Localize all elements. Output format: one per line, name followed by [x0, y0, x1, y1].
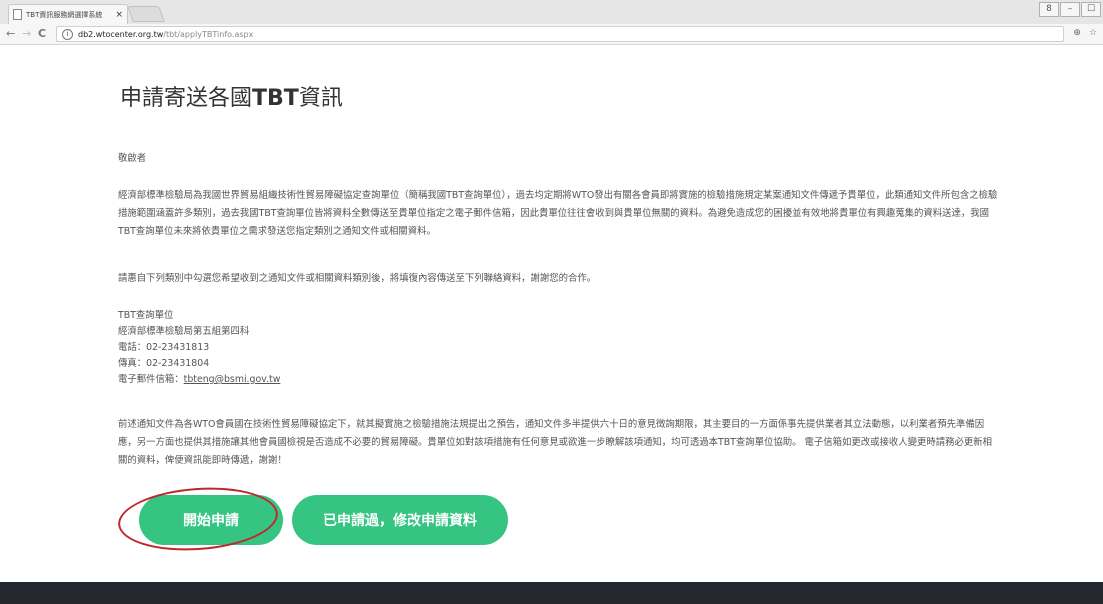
contact-block: TBT查詢單位 經濟部標準檢驗局第五組第四科 電話：02-23431813 傳真…: [118, 308, 280, 388]
request-paragraph: 請惠自下列類別中勾選您希望收到之通知文件或相關資料類別後，將填復內容傳送至下列聯…: [118, 273, 597, 284]
zoom-icon[interactable]: ⊕: [1073, 28, 1081, 38]
page-footer: [0, 582, 1103, 604]
contact-fax: 傳真：02-23431804: [118, 358, 210, 369]
email-label: 電子郵件信箱：: [118, 374, 184, 385]
email-link[interactable]: tbteng@bsmi.gov.tw: [184, 374, 281, 385]
page-title-bold: TBT: [252, 86, 299, 111]
page-title-suffix: 資訊: [298, 86, 343, 111]
url-host: db2.wtocenter.org.tw: [78, 29, 164, 39]
modify-application-button[interactable]: 已申請過，修改申請資料: [292, 495, 508, 545]
maximize-button[interactable]: ☐: [1081, 2, 1101, 17]
reload-icon[interactable]: C: [38, 27, 46, 40]
browser-chrome: TBT資訊服務網選擇系統 × 8 – ☐ ← → C i db2.wtocent…: [0, 0, 1103, 45]
contact-dept: 經濟部標準檢驗局第五組第四科: [118, 326, 250, 337]
intro-paragraph: 經濟部標準檢驗局為我國世界貿易組織技術性貿易障礙協定查詢單位（簡稱我國TBT查詢…: [118, 190, 998, 237]
forward-arrow-icon[interactable]: →: [22, 27, 31, 40]
new-tab-button[interactable]: [127, 6, 165, 22]
minimize-button[interactable]: –: [1060, 2, 1080, 17]
browser-toolbar: ← → C i db2.wtocenter.org.tw /tbt/applyT…: [0, 24, 1103, 45]
tab-strip: TBT資訊服務網選擇系統 × 8 – ☐: [0, 0, 1103, 24]
start-application-button[interactable]: 開始申請: [139, 495, 283, 545]
info-icon[interactable]: i: [62, 28, 73, 40]
contact-email-row: 電子郵件信箱：tbteng@bsmi.gov.tw: [118, 372, 280, 388]
window-controls: 8 – ☐: [1039, 2, 1101, 17]
close-icon[interactable]: ×: [115, 10, 123, 20]
tab-title: TBT資訊服務網選擇系統: [26, 10, 103, 19]
star-icon[interactable]: ☆: [1089, 28, 1097, 38]
contact-phone: 電話：02-23431813: [118, 342, 210, 353]
toolbar-icons: ⊕ ☆: [1073, 28, 1097, 38]
user-icon[interactable]: 8: [1039, 2, 1059, 17]
page-title-prefix: 申請寄送各國: [120, 86, 253, 111]
contact-unit: TBT查詢單位: [118, 310, 174, 321]
browser-tab[interactable]: TBT資訊服務網選擇系統 ×: [8, 4, 128, 24]
url-path: /tbt/applyTBTinfo.aspx: [163, 29, 254, 39]
page-title: 申請寄送各國TBT資訊: [120, 80, 343, 112]
back-arrow-icon[interactable]: ←: [6, 27, 15, 40]
greeting-text: 敬啟者: [118, 153, 147, 164]
notice-paragraph: 前述通知文件為各WTO會員國在技術性貿易障礙協定下，就其擬實施之檢驗措施法規提出…: [118, 419, 992, 466]
address-bar[interactable]: i db2.wtocenter.org.tw /tbt/applyTBTinfo…: [56, 26, 1064, 42]
page-icon: [13, 9, 22, 20]
